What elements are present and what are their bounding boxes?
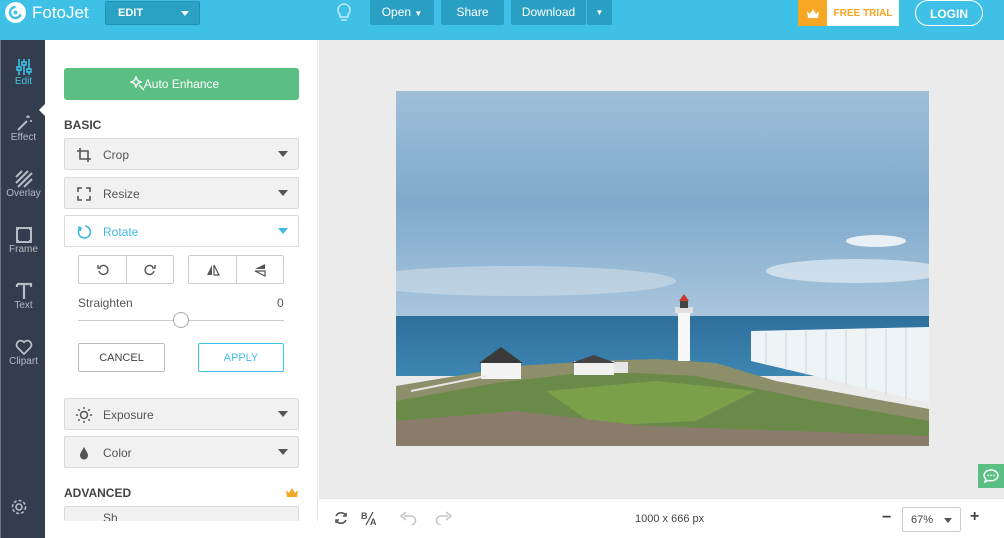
zoom-out-icon[interactable]: − <box>882 509 891 527</box>
stripes-icon <box>14 170 33 188</box>
flip-vertical-button[interactable] <box>236 256 283 283</box>
mode-label: EDIT <box>118 7 144 19</box>
rotate-left-button[interactable] <box>79 256 126 283</box>
rotate-right-icon <box>144 264 156 275</box>
chevron-down-icon <box>278 151 288 157</box>
crop-label: Crop <box>103 148 130 162</box>
rail-label: Clipart <box>9 356 38 367</box>
chevron-down-icon: ▼ <box>414 9 423 18</box>
advanced-section-title: ADVANCED <box>64 486 132 500</box>
chat-icon[interactable] <box>978 464 1004 488</box>
zoom-in-icon[interactable]: + <box>970 508 979 526</box>
zoom-select[interactable]: 67% <box>902 507 961 532</box>
crop-icon <box>77 148 91 162</box>
rotate-left-icon <box>96 264 109 275</box>
droplet-icon <box>80 447 88 460</box>
flip-horizontal-icon <box>206 264 220 276</box>
flip-button-group <box>188 255 284 284</box>
straighten-label: Straighten <box>78 296 133 310</box>
resize-row[interactable]: Resize <box>64 177 299 209</box>
chevron-down-icon <box>278 190 288 196</box>
open-label: Open <box>381 5 412 19</box>
rail-item-frame[interactable]: Frame <box>1 226 46 282</box>
download-options-icon[interactable]: ▼ <box>587 0 612 25</box>
rotate-icon <box>77 225 92 239</box>
left-rail: Edit Effect Overlay Frame Text Clipart <box>0 40 47 538</box>
canvas-area <box>319 40 1004 498</box>
premium-crown-icon <box>285 486 299 501</box>
color-label: Color <box>103 446 132 460</box>
straighten-value: 0 <box>277 296 284 310</box>
app-name: FotoJet <box>32 3 89 22</box>
resize-label: Resize <box>103 187 140 201</box>
chevron-down-icon <box>278 449 288 455</box>
rail-label: Effect <box>10 132 37 143</box>
fotojet-logo-icon[interactable] <box>5 2 26 23</box>
top-bar: FotoJet EDIT Open ▼ Share Download ▼ FRE… <box>0 0 1004 40</box>
exposure-label: Exposure <box>103 408 154 422</box>
rail-label: Text <box>14 300 33 311</box>
image-dimensions: 1000 x 666 px <box>635 513 705 525</box>
redo-icon[interactable] <box>435 511 453 528</box>
sun-icon <box>76 407 92 423</box>
chevron-down-icon <box>278 411 288 417</box>
flip-vertical-icon <box>254 263 266 277</box>
rail-item-clipart[interactable]: Clipart <box>1 338 46 394</box>
resize-icon <box>77 187 91 201</box>
sliders-icon <box>15 59 32 75</box>
rotate-row[interactable]: Rotate <box>64 215 299 247</box>
zoom-value: 67% <box>911 514 934 526</box>
auto-enhance-label: Auto Enhance <box>143 77 220 91</box>
open-button[interactable]: Open ▼ <box>370 0 434 25</box>
rail-label: Overlay <box>6 188 41 199</box>
rail-item-effect[interactable]: Effect <box>1 114 46 170</box>
cancel-button[interactable]: CANCEL <box>78 343 165 372</box>
chevron-down-icon <box>181 11 189 16</box>
apply-button[interactable]: APPLY <box>198 343 284 372</box>
chevron-up-icon <box>278 228 288 234</box>
rotate-button-group <box>78 255 174 284</box>
reset-icon[interactable] <box>333 510 349 529</box>
magic-wand-icon <box>16 115 32 131</box>
rail-item-text[interactable]: Text <box>1 282 46 338</box>
text-icon <box>15 282 32 299</box>
exposure-row[interactable]: Exposure <box>64 398 299 430</box>
edit-panel: Auto Enhance BASIC Crop Resize Rotate St… <box>45 40 318 521</box>
basic-section-title: BASIC <box>64 118 102 132</box>
flip-horizontal-button[interactable] <box>189 256 236 283</box>
rail-item-overlay[interactable]: Overlay <box>1 170 46 226</box>
svg-text:B: B <box>361 511 368 521</box>
color-row[interactable]: Color <box>64 436 299 468</box>
frame-icon <box>15 227 32 243</box>
mode-dropdown[interactable]: EDIT <box>105 1 200 25</box>
login-button[interactable]: LOGIN <box>915 0 983 26</box>
crop-row[interactable]: Crop <box>64 138 299 170</box>
undo-icon[interactable] <box>399 511 417 528</box>
bottom-bar: BA 1000 x 666 px − 67% + <box>319 498 1004 538</box>
crown-icon[interactable] <box>798 0 827 26</box>
sharpen-label: Sh <box>103 511 118 521</box>
svg-text:A: A <box>370 517 377 526</box>
free-trial-button[interactable]: FREE TRIAL <box>827 0 899 26</box>
rail-label: Frame <box>9 244 38 255</box>
download-button[interactable]: Download <box>511 0 586 25</box>
sharpen-row[interactable]: Sh <box>64 506 299 521</box>
lighthouse-landscape-image <box>396 91 929 446</box>
sparkle-wand-icon <box>130 75 145 91</box>
auto-enhance-button[interactable]: Auto Enhance <box>64 68 299 100</box>
heart-icon <box>15 339 32 356</box>
rotate-right-button[interactable] <box>126 256 173 283</box>
compare-before-after-icon[interactable]: BA <box>361 510 378 529</box>
rotate-label: Rotate <box>103 225 139 239</box>
chevron-down-icon <box>944 518 952 523</box>
lightbulb-icon[interactable] <box>336 3 352 26</box>
straighten-slider-handle[interactable] <box>173 312 189 328</box>
share-button[interactable]: Share <box>441 0 504 25</box>
lighthouse-photo[interactable] <box>396 91 929 446</box>
rail-label: Edit <box>14 76 33 87</box>
settings-gear-icon[interactable] <box>10 498 28 519</box>
